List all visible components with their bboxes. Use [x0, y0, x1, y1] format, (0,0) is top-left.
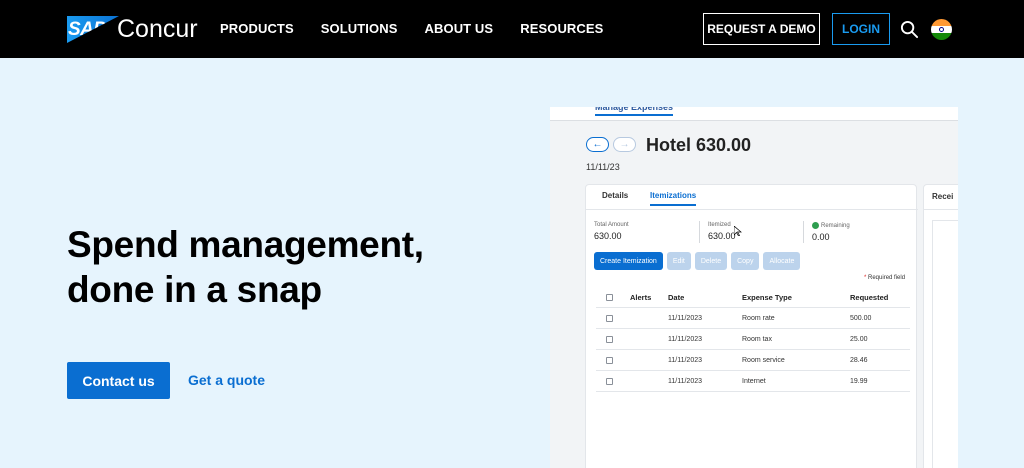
row-requested: 25.00: [850, 335, 868, 343]
sap-concur-logo[interactable]: SAP Concur: [67, 15, 198, 44]
get-a-quote-link[interactable]: Get a quote: [188, 372, 265, 388]
receipts-panel: Recei: [923, 184, 958, 468]
receipts-label: Recei: [932, 192, 954, 201]
sap-logo-badge: SAP: [67, 16, 119, 43]
sap-logo-text: SAP: [68, 19, 106, 40]
table-row: 11/11/2023 Room service 28.46: [596, 350, 910, 371]
check-circle-icon: [812, 222, 819, 229]
nav-solutions[interactable]: SOLUTIONS: [321, 21, 398, 36]
summary-separator: [699, 221, 700, 243]
app-tab-bar: Manage Expenses: [550, 107, 958, 121]
row-expense-type: Room tax: [742, 335, 772, 343]
row-expense-type: Room rate: [742, 314, 775, 322]
search-icon[interactable]: [900, 20, 919, 39]
row-expense-type: Internet: [742, 377, 766, 385]
edit-button: Edit: [666, 252, 691, 270]
row-date: 11/11/2023: [668, 335, 702, 343]
row-checkbox: [606, 314, 613, 322]
summary-separator: [803, 221, 804, 243]
copy-button: Copy: [731, 252, 760, 270]
tab-details: Details: [602, 191, 629, 200]
product-screenshot: Manage Expenses ← → Hotel 630.00 11/11/2…: [550, 107, 958, 468]
login-button[interactable]: LOGIN: [832, 13, 890, 45]
india-flag-icon[interactable]: [931, 19, 952, 40]
nav-about-us[interactable]: ABOUT US: [425, 21, 494, 36]
row-checkbox: [606, 335, 613, 343]
remaining-label: Remaining: [812, 222, 850, 229]
itemization-card: Details Itemizations Total Amount 630.00…: [585, 184, 918, 468]
table-header-row: Alerts Date Expense Type Requested: [596, 287, 910, 308]
tab-manage-expenses: Manage Expenses: [595, 107, 674, 116]
column-date: Date: [668, 292, 685, 302]
table-row: 11/11/2023 Internet 19.99: [596, 371, 910, 392]
contact-us-button[interactable]: Contact us: [67, 362, 170, 399]
create-itemization-button: Create Itemization: [594, 252, 663, 270]
delete-button: Delete: [694, 252, 728, 270]
expense-date: 11/11/23: [586, 162, 620, 172]
nav-resources[interactable]: RESOURCES: [520, 21, 603, 36]
row-checkbox: [606, 356, 613, 364]
row-expense-type: Room service: [742, 356, 785, 364]
itemization-actions: Create Itemization Edit Delete Copy Allo…: [594, 252, 801, 270]
row-requested: 500.00: [850, 314, 872, 322]
required-field-note: * Required field: [864, 275, 906, 281]
row-checkbox: [606, 377, 613, 385]
nav-products[interactable]: PRODUCTS: [220, 21, 294, 36]
allocate-button: Allocate: [763, 252, 801, 270]
itemized-label: Itemized: [708, 222, 731, 228]
row-requested: 28.46: [850, 356, 868, 364]
total-amount-value: 630.00: [594, 231, 622, 241]
receipt-preview-area: [932, 220, 958, 468]
row-date: 11/11/2023: [668, 377, 702, 385]
remaining-label-text: Remaining: [821, 223, 850, 230]
column-expense-type: Expense Type: [742, 292, 792, 302]
row-requested: 19.99: [850, 377, 868, 385]
card-divider: [586, 209, 918, 210]
main-nav: PRODUCTS SOLUTIONS ABOUT US RESOURCES: [220, 21, 603, 36]
row-date: 11/11/2023: [668, 356, 702, 364]
tab-itemizations: Itemizations: [650, 191, 697, 206]
back-arrow-icon: ←: [586, 137, 609, 152]
expense-title: Hotel 630.00: [646, 135, 752, 155]
logo-wordmark: Concur: [117, 15, 198, 43]
hero-title: Spend management, done in a snap: [67, 224, 424, 310]
required-field-text: Required field: [868, 275, 906, 281]
total-amount-label: Total Amount: [594, 222, 629, 228]
table-row: 11/11/2023 Room tax 25.00: [596, 329, 910, 350]
top-navigation-bar: SAP Concur PRODUCTS SOLUTIONS ABOUT US R…: [0, 0, 1024, 58]
request-demo-button[interactable]: REQUEST A DEMO: [703, 13, 820, 45]
remaining-value: 0.00: [812, 232, 830, 242]
cursor-icon: [734, 226, 742, 236]
select-all-checkbox: [606, 293, 613, 301]
forward-arrow-icon: →: [613, 137, 636, 152]
side-divider: [924, 209, 958, 210]
table-row: 11/11/2023 Room rate 500.00: [596, 308, 910, 329]
column-requested: Requested: [850, 292, 889, 302]
column-alerts: Alerts: [630, 292, 652, 302]
itemized-value: 630.00: [708, 231, 736, 241]
itemization-table: Alerts Date Expense Type Requested 11/11…: [596, 287, 910, 392]
row-date: 11/11/2023: [668, 314, 702, 322]
